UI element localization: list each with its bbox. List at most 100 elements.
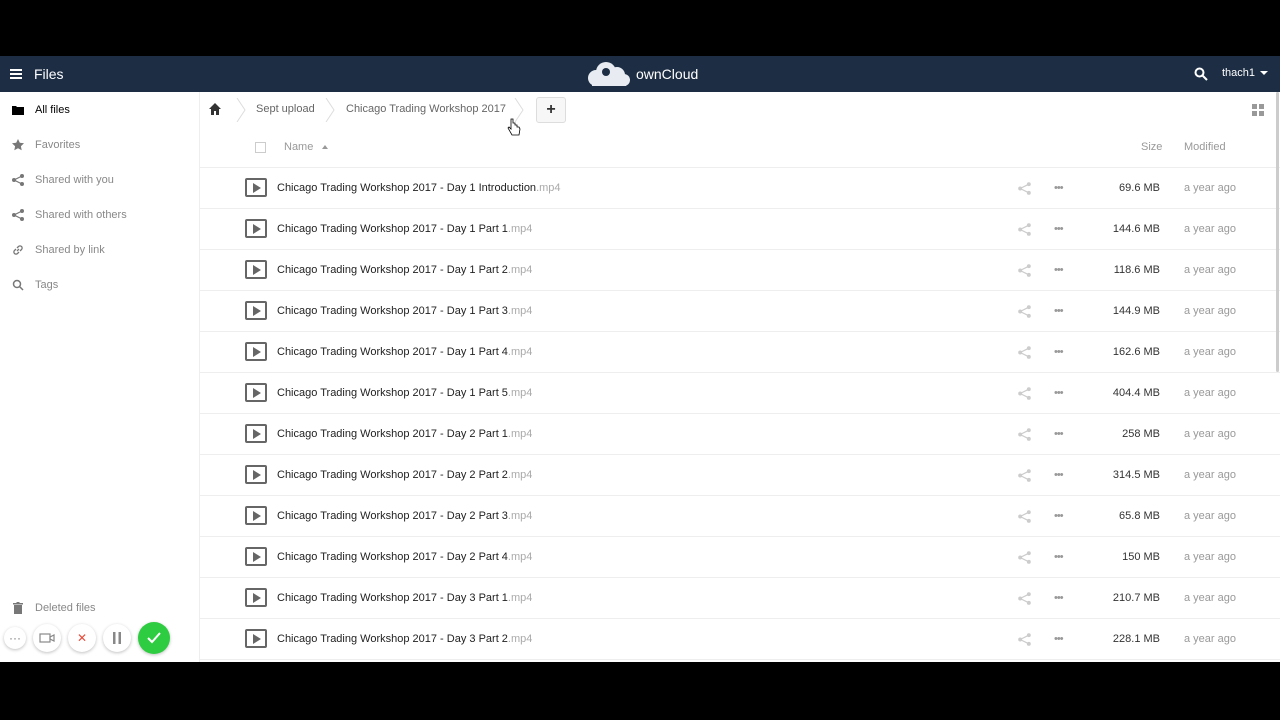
sidebar-item-all-files[interactable]: All files bbox=[0, 92, 200, 127]
share-icon[interactable] bbox=[1018, 428, 1031, 441]
user-menu[interactable]: thach1 bbox=[1222, 67, 1269, 79]
file-row[interactable]: Chicago Trading Workshop 2017 - Day 1 Pa… bbox=[200, 209, 1280, 250]
file-name[interactable]: Chicago Trading Workshop 2017 - Day 2 Pa… bbox=[277, 469, 532, 481]
more-actions-icon[interactable]: ••• bbox=[1054, 632, 1068, 646]
file-row[interactable]: Chicago Trading Workshop 2017 - Day 1 Pa… bbox=[200, 332, 1280, 373]
file-name[interactable]: Chicago Trading Workshop 2017 - Day 2 Pa… bbox=[277, 551, 532, 563]
username: thach1 bbox=[1222, 67, 1256, 79]
file-name[interactable]: Chicago Trading Workshop 2017 - Day 1 Pa… bbox=[277, 264, 532, 276]
folder-icon bbox=[11, 103, 24, 116]
sidebar-item-label: Shared with you bbox=[35, 173, 114, 186]
file-row[interactable]: Chicago Trading Workshop 2017 - Day 3 Pa… bbox=[200, 578, 1280, 619]
file-size: 144.9 MB bbox=[1112, 305, 1160, 317]
sidebar-item-favorites[interactable]: Favorites bbox=[0, 127, 200, 162]
sidebar-item-tags[interactable]: Tags bbox=[0, 267, 200, 302]
cancel-recording-button[interactable]: ✕ bbox=[68, 624, 96, 652]
file-row[interactable]: Chicago Trading Workshop 2017 - Day 2 Pa… bbox=[200, 537, 1280, 578]
file-modified: a year ago bbox=[1184, 510, 1236, 522]
file-size: 314.5 MB bbox=[1112, 469, 1160, 481]
app-menu-button[interactable]: Files bbox=[10, 64, 70, 84]
more-actions-icon[interactable]: ••• bbox=[1054, 304, 1068, 318]
share-icon[interactable] bbox=[1018, 469, 1031, 482]
more-actions-icon[interactable]: ••• bbox=[1054, 345, 1068, 359]
file-name[interactable]: Chicago Trading Workshop 2017 - Day 1 Pa… bbox=[277, 223, 532, 235]
sidebar-item-shared-by-link[interactable]: Shared by link bbox=[0, 232, 200, 267]
more-options-button[interactable]: ··· bbox=[4, 627, 26, 649]
file-basename: Chicago Trading Workshop 2017 - Day 1 Pa… bbox=[277, 305, 508, 317]
file-table-header: Name Size Modified bbox=[200, 128, 1280, 168]
video-file-icon bbox=[245, 588, 267, 607]
file-name[interactable]: Chicago Trading Workshop 2017 - Day 1 In… bbox=[277, 182, 561, 194]
column-header-modified[interactable]: Modified bbox=[1184, 141, 1226, 153]
chevron-right-icon bbox=[236, 98, 246, 122]
share-icon[interactable] bbox=[1018, 387, 1031, 400]
share-icon[interactable] bbox=[1018, 264, 1031, 277]
file-extension: .mp4 bbox=[507, 428, 533, 440]
file-modified: a year ago bbox=[1184, 182, 1236, 194]
file-row[interactable]: Chicago Trading Workshop 2017 - Day 2 Pa… bbox=[200, 455, 1280, 496]
more-actions-icon[interactable]: ••• bbox=[1054, 222, 1068, 236]
logo-text: ownCloud bbox=[636, 66, 699, 82]
pause-recording-button[interactable] bbox=[103, 624, 131, 652]
vertical-scrollbar[interactable] bbox=[1276, 92, 1279, 372]
grid-view-icon[interactable] bbox=[1252, 104, 1264, 116]
finish-recording-button[interactable] bbox=[138, 622, 170, 654]
file-size: 69.6 MB bbox=[1119, 182, 1160, 194]
file-name[interactable]: Chicago Trading Workshop 2017 - Day 3 Pa… bbox=[277, 592, 532, 604]
file-name[interactable]: Chicago Trading Workshop 2017 - Day 1 Pa… bbox=[277, 346, 532, 358]
file-row[interactable]: Chicago Trading Workshop 2017 - Day 1 In… bbox=[200, 168, 1280, 209]
file-row[interactable]: Chicago Trading Workshop 2017 - Day 1 Pa… bbox=[200, 291, 1280, 332]
file-row[interactable]: Chicago Trading Workshop 2017 - Day 2 Pa… bbox=[200, 496, 1280, 537]
file-name[interactable]: Chicago Trading Workshop 2017 - Day 2 Pa… bbox=[277, 510, 532, 522]
more-actions-icon[interactable]: ••• bbox=[1054, 427, 1068, 441]
file-row[interactable]: Chicago Trading Workshop 2017 - Day 2 Pa… bbox=[200, 414, 1280, 455]
more-actions-icon[interactable]: ••• bbox=[1054, 386, 1068, 400]
home-icon[interactable] bbox=[208, 102, 222, 116]
video-file-icon bbox=[245, 506, 267, 525]
column-header-name[interactable]: Name bbox=[284, 141, 329, 153]
top-bar: Files ownCloud thach1 bbox=[0, 56, 1280, 92]
sidebar-item-shared-with-others[interactable]: Shared with others bbox=[0, 197, 200, 232]
share-icon[interactable] bbox=[1018, 510, 1031, 523]
more-actions-icon[interactable]: ••• bbox=[1054, 550, 1068, 564]
camera-toggle-button[interactable] bbox=[33, 624, 61, 652]
column-header-size[interactable]: Size bbox=[1141, 141, 1162, 153]
share-icon[interactable] bbox=[1018, 551, 1031, 564]
owncloud-logo[interactable]: ownCloud bbox=[584, 60, 698, 88]
share-icon[interactable] bbox=[1018, 223, 1031, 236]
video-file-icon bbox=[245, 383, 267, 402]
share-icon[interactable] bbox=[1018, 305, 1031, 318]
video-file-icon bbox=[245, 301, 267, 320]
camera-icon bbox=[39, 633, 55, 643]
file-name[interactable]: Chicago Trading Workshop 2017 - Day 3 Pa… bbox=[277, 633, 532, 645]
file-name[interactable]: Chicago Trading Workshop 2017 - Day 1 Pa… bbox=[277, 387, 532, 399]
video-file-icon bbox=[245, 178, 267, 197]
more-actions-icon[interactable]: ••• bbox=[1054, 263, 1068, 277]
share-icon[interactable] bbox=[1018, 633, 1031, 646]
file-row[interactable]: Chicago Trading Workshop 2017 - Day 1 Pa… bbox=[200, 250, 1280, 291]
file-size: 65.8 MB bbox=[1119, 510, 1160, 522]
more-actions-icon[interactable]: ••• bbox=[1054, 591, 1068, 605]
ellipsis-icon: ··· bbox=[9, 631, 21, 645]
search-icon[interactable] bbox=[1194, 67, 1208, 81]
new-button[interactable]: + bbox=[536, 97, 566, 123]
file-size: 118.6 MB bbox=[1113, 264, 1160, 276]
share-icon bbox=[11, 208, 24, 221]
trash-icon bbox=[11, 601, 24, 614]
file-size: 150 MB bbox=[1122, 551, 1160, 563]
more-actions-icon[interactable]: ••• bbox=[1054, 468, 1068, 482]
file-row[interactable]: Chicago Trading Workshop 2017 - Day 3 Pa… bbox=[200, 619, 1280, 660]
sidebar-item-shared-with-you[interactable]: Shared with you bbox=[0, 162, 200, 197]
file-name[interactable]: Chicago Trading Workshop 2017 - Day 2 Pa… bbox=[277, 428, 532, 440]
share-icon[interactable] bbox=[1018, 346, 1031, 359]
more-actions-icon[interactable]: ••• bbox=[1054, 181, 1068, 195]
file-basename: Chicago Trading Workshop 2017 - Day 3 Pa… bbox=[277, 633, 508, 645]
share-icon[interactable] bbox=[1018, 592, 1031, 605]
file-row[interactable]: Chicago Trading Workshop 2017 - Day 1 Pa… bbox=[200, 373, 1280, 414]
breadcrumb-sept-upload[interactable]: Sept upload bbox=[256, 103, 315, 115]
select-all-checkbox[interactable] bbox=[255, 142, 266, 153]
more-actions-icon[interactable]: ••• bbox=[1054, 509, 1068, 523]
file-name[interactable]: Chicago Trading Workshop 2017 - Day 1 Pa… bbox=[277, 305, 532, 317]
share-icon[interactable] bbox=[1018, 182, 1031, 195]
breadcrumb-current-folder[interactable]: Chicago Trading Workshop 2017 bbox=[346, 103, 506, 115]
